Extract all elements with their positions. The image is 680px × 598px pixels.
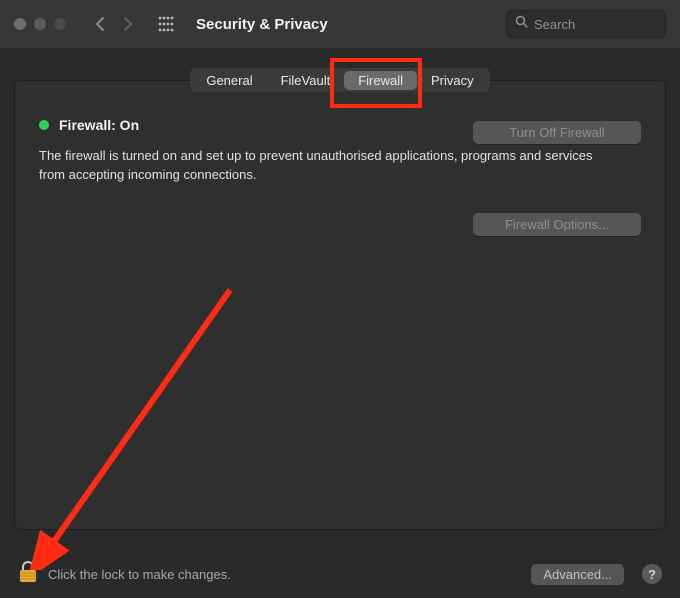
tab-privacy[interactable]: Privacy	[417, 71, 488, 90]
close-window-button[interactable]	[14, 18, 26, 30]
firewall-panel: Firewall: On The firewall is turned on a…	[14, 80, 666, 530]
tab-firewall[interactable]: Firewall	[344, 71, 417, 90]
minimize-window-button[interactable]	[34, 18, 46, 30]
advanced-button[interactable]: Advanced...	[531, 564, 624, 585]
maximize-window-button[interactable]	[54, 18, 66, 30]
search-field[interactable]	[506, 10, 666, 38]
lock-hint-text: Click the lock to make changes.	[48, 567, 231, 582]
tab-bar: General FileVault Firewall Privacy	[190, 68, 489, 92]
window-title: Security & Privacy	[196, 16, 328, 33]
turn-off-firewall-button[interactable]: Turn Off Firewall	[473, 121, 641, 144]
tab-general[interactable]: General	[192, 71, 266, 90]
help-button[interactable]: ?	[642, 564, 662, 584]
tab-filevault[interactable]: FileVault	[267, 71, 345, 90]
back-button[interactable]	[94, 16, 105, 32]
lock-icon[interactable]	[18, 560, 38, 589]
show-all-icon[interactable]	[158, 16, 174, 32]
search-input[interactable]	[534, 17, 657, 32]
firewall-description: The firewall is turned on and set up to …	[39, 147, 599, 185]
search-icon	[515, 15, 528, 33]
firewall-options-button[interactable]: Firewall Options...	[473, 213, 641, 236]
forward-button[interactable]	[123, 16, 134, 32]
firewall-status-label: Firewall: On	[59, 117, 139, 133]
status-indicator	[39, 120, 49, 130]
window-controls	[14, 18, 66, 30]
